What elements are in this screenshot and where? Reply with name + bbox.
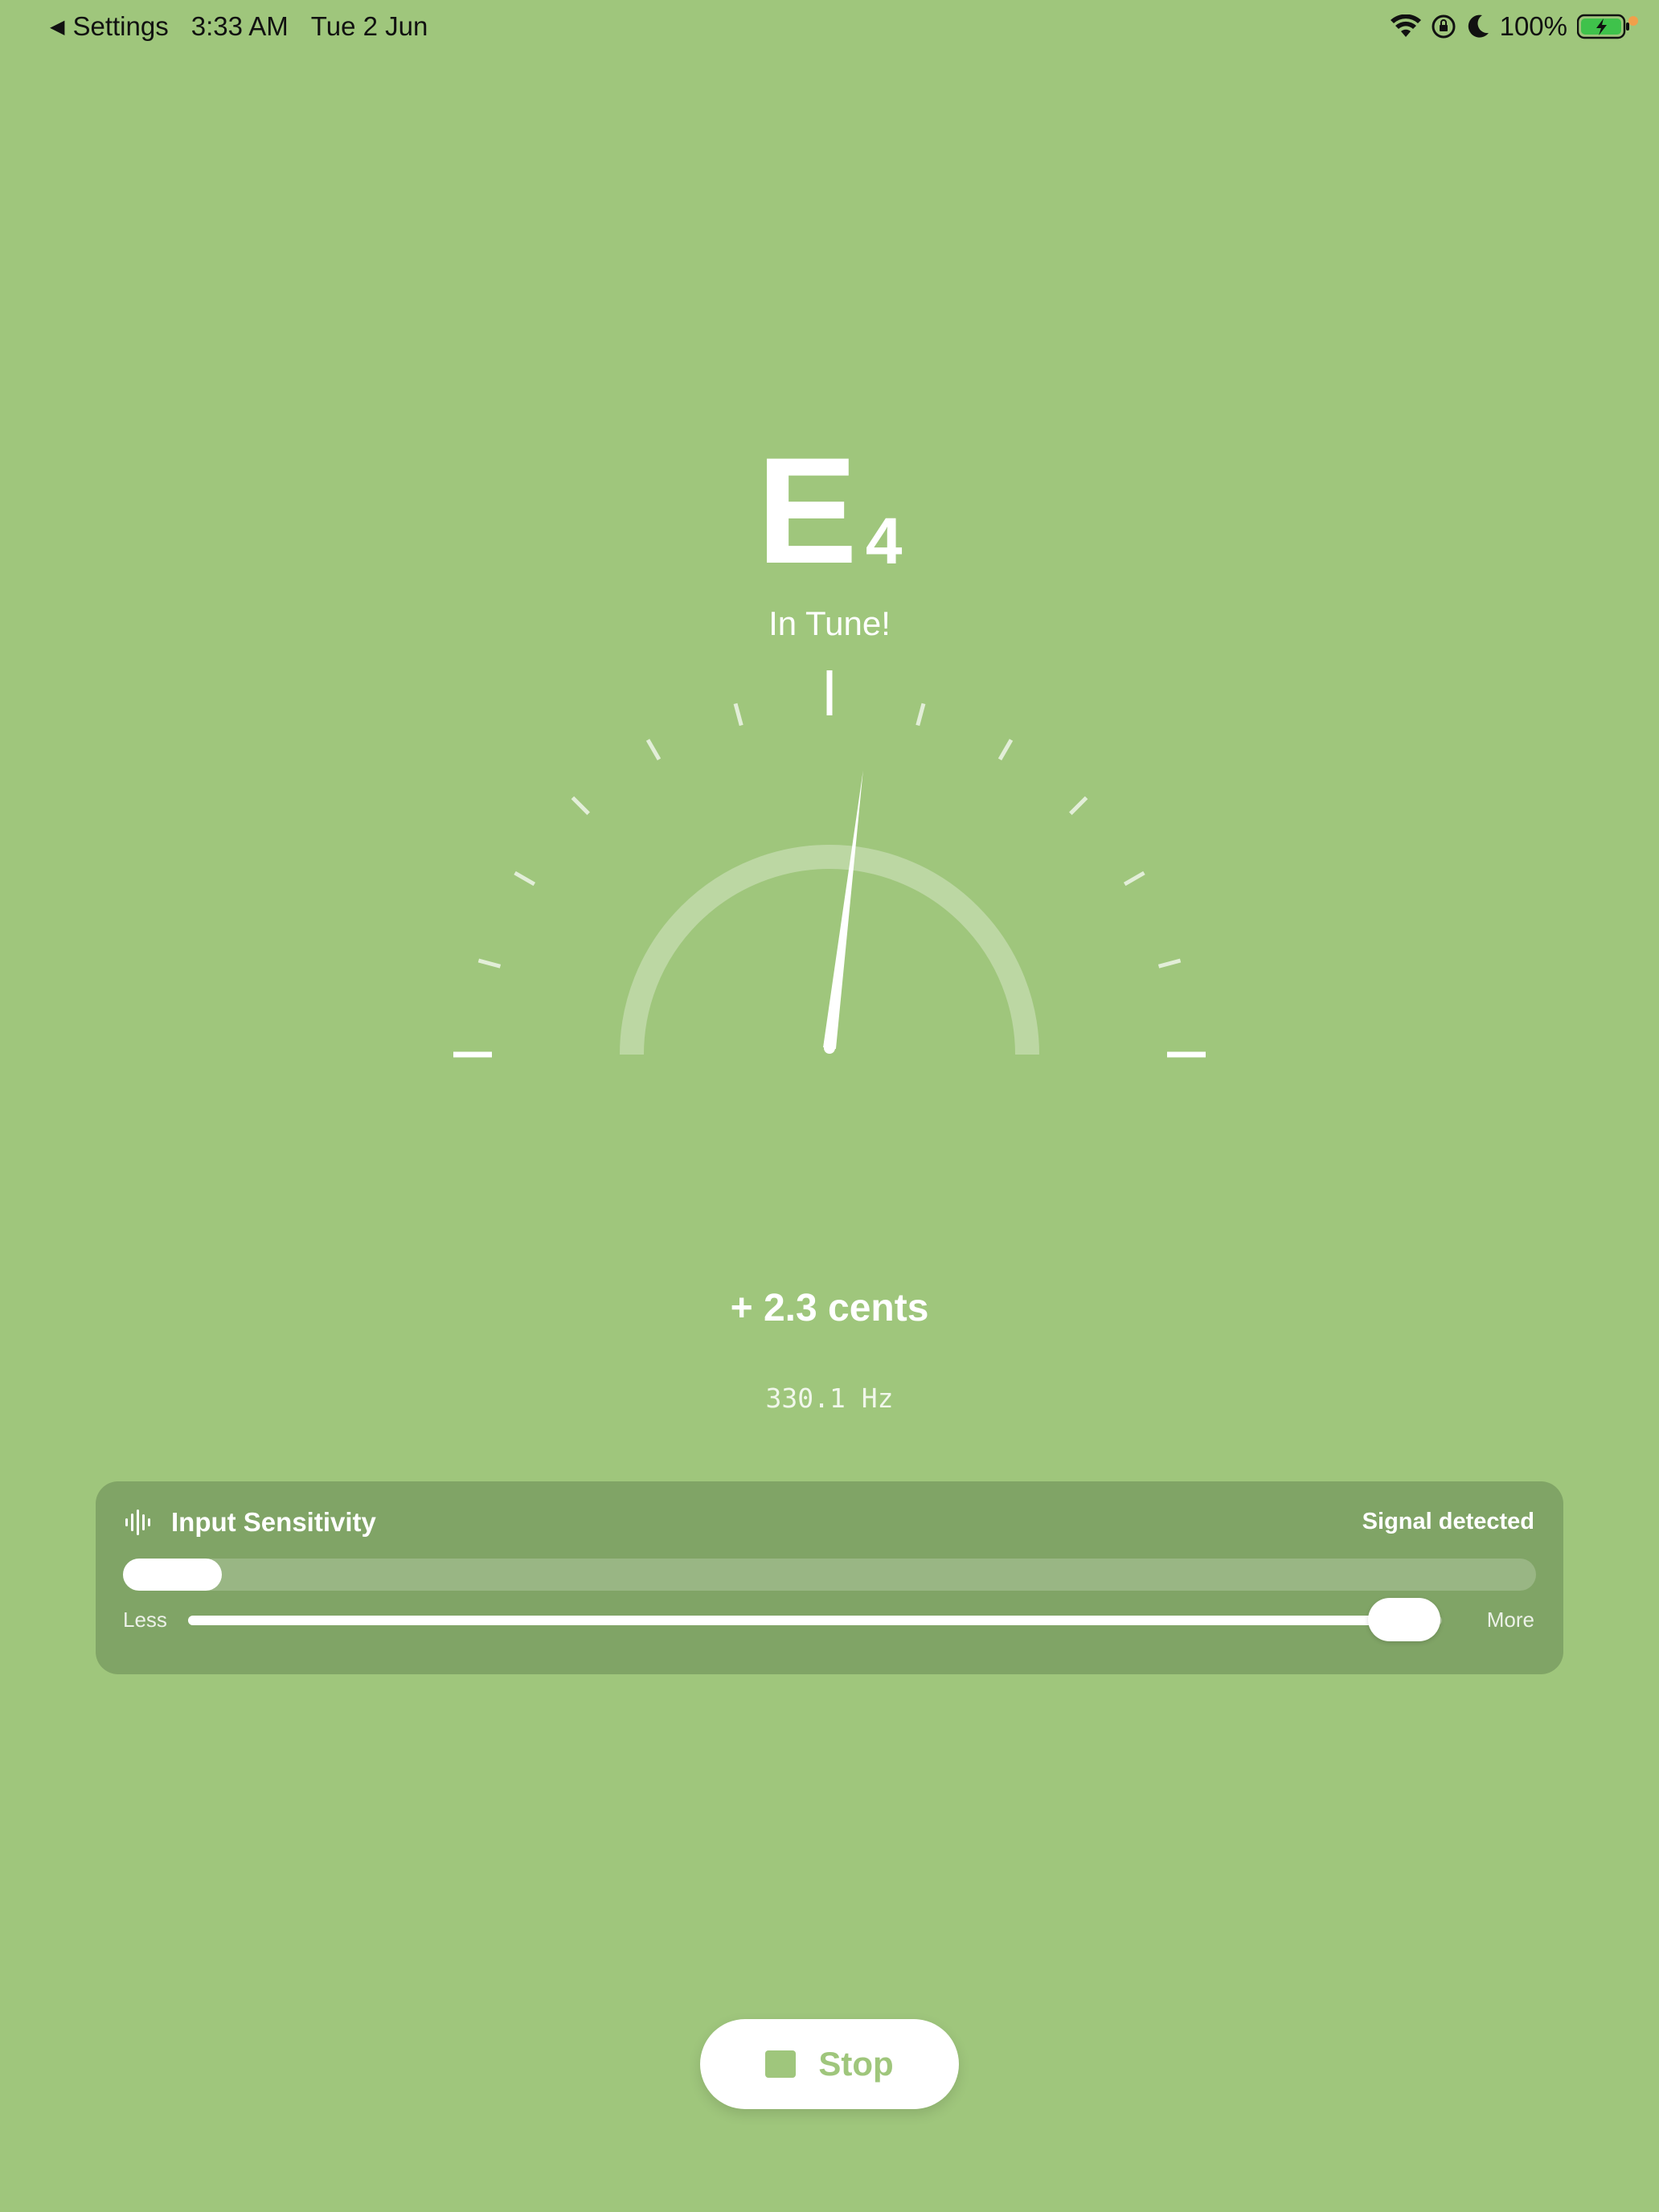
waveform-icon <box>125 1509 150 1535</box>
more-label: More <box>1486 1608 1534 1632</box>
input-level-fill <box>123 1559 223 1591</box>
gauge-tick <box>997 739 1014 761</box>
sensitivity-slider-fill <box>188 1616 1405 1625</box>
gauge-tick <box>1157 958 1182 969</box>
gauge-needle <box>823 770 863 1049</box>
panel-title: Input Sensitivity <box>125 1507 376 1538</box>
gauge-tick <box>571 796 590 815</box>
gauge-tick <box>645 739 662 761</box>
cents-offset: + 2.3 cents <box>730 1287 929 1329</box>
stop-icon <box>765 2050 797 2078</box>
sensitivity-slider[interactable] <box>188 1598 1442 1641</box>
sensitivity-slider-thumb[interactable] <box>1368 1598 1441 1641</box>
gauge-tick <box>514 870 536 887</box>
signal-status: Signal detected <box>1362 1509 1534 1534</box>
tuner-screen: ◀ Settings 3:33 AM Tue 2 Jun 100% E 4 In… <box>0 0 1659 2212</box>
gauge-tick <box>916 703 926 727</box>
input-sensitivity-panel: Input Sensitivity Signal detected Less M… <box>96 1481 1563 1674</box>
gauge-tick <box>477 958 502 969</box>
gauge-tick <box>1069 796 1088 815</box>
panel-title-label: Input Sensitivity <box>171 1507 376 1537</box>
frequency-readout: 330.1 Hz <box>765 1382 894 1414</box>
tuning-gauge <box>453 670 1206 1058</box>
stop-button-label: Stop <box>818 2045 894 2083</box>
input-level-meter <box>123 1559 1536 1591</box>
less-label: Less <box>123 1608 167 1632</box>
gauge-needle-hub <box>824 1043 835 1054</box>
gauge-tick <box>1123 870 1145 887</box>
stop-button[interactable]: Stop <box>700 2019 959 2109</box>
gauge-tick <box>733 703 743 727</box>
